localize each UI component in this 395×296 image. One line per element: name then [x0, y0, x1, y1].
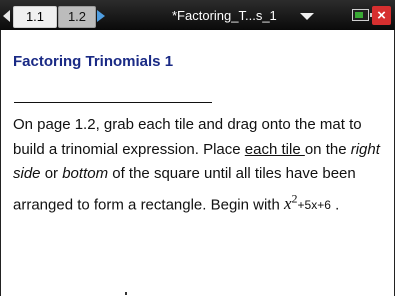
- instructions-italic-bottom: bottom: [62, 165, 109, 182]
- instructions-text-2: on the: [304, 140, 351, 158]
- tab-page-1-2[interactable]: 1.2: [58, 6, 96, 28]
- math-variable: x: [283, 194, 292, 214]
- next-page-arrow-icon[interactable]: [97, 10, 105, 22]
- previous-page-arrow-icon[interactable]: [3, 10, 10, 22]
- math-remaining-terms: +5x+6: [297, 198, 331, 213]
- tab-page-1-1[interactable]: 1.1: [13, 6, 57, 28]
- battery-level: [355, 12, 363, 18]
- instructions-paragraph: On page 1.2, grab each tile and drag ont…: [13, 113, 383, 218]
- instructions-underlined-text: each tile: [244, 140, 305, 158]
- divider-line: [14, 102, 212, 103]
- notes-page[interactable]: Factoring Trinomials 1 On page 1.2, grab…: [0, 30, 395, 296]
- math-expression: x2+5x+6: [283, 192, 331, 214]
- close-icon[interactable]: ×: [372, 6, 391, 25]
- instructions-text-3: or: [40, 165, 63, 182]
- cursor-mark: [125, 292, 127, 295]
- page-heading: Factoring Trinomials 1: [13, 53, 174, 70]
- battery-icon: [352, 9, 372, 21]
- tab-bar: 1.1 1.2 *Factoring_T...s_1 ×: [0, 0, 395, 30]
- app-window: 1.1 1.2 *Factoring_T...s_1 × Factoring T…: [0, 0, 395, 296]
- document-title: *Factoring_T...s_1: [172, 8, 277, 23]
- document-menu-dropdown-icon[interactable]: [300, 13, 314, 20]
- instructions-end: .: [330, 196, 340, 214]
